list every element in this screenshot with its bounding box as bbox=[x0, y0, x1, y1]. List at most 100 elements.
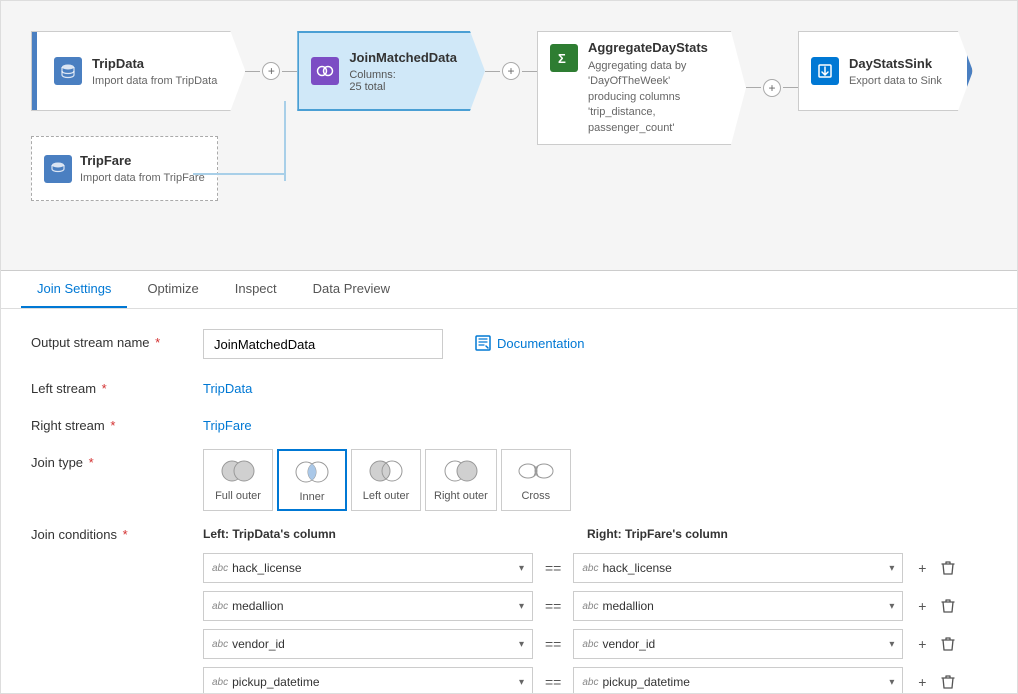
right-value-2: medallion bbox=[602, 599, 894, 613]
tab-optimize[interactable]: Optimize bbox=[131, 271, 214, 308]
node-text-sink: DayStatsSink Export data to Sink bbox=[849, 56, 942, 87]
add-condition-btn-4[interactable]: + bbox=[911, 671, 933, 693]
add-condition-btn-2[interactable]: + bbox=[911, 595, 933, 617]
line-2a bbox=[485, 71, 500, 72]
required-star-left: * bbox=[98, 381, 107, 396]
condition-row-3: abc vendor_id ▾ == abc vendor_id ▾ + bbox=[203, 629, 987, 659]
left-value-4: pickup_datetime bbox=[232, 675, 524, 689]
node-tripdata[interactable]: TripData Import data from TripData bbox=[31, 31, 245, 111]
node-daystatssink[interactable]: DayStatsSink Export data to Sink bbox=[798, 31, 973, 111]
node-title-tripfare: TripFare bbox=[80, 153, 205, 168]
node-inner-agg: Σ AggregateDayStats Aggregating data by … bbox=[550, 40, 718, 136]
equals-2: == bbox=[541, 598, 565, 614]
equals-4: == bbox=[541, 674, 565, 690]
add-btn-2[interactable]: + bbox=[502, 62, 520, 80]
line-1b bbox=[282, 71, 297, 72]
row-actions-3: + bbox=[911, 633, 959, 655]
add-condition-btn-3[interactable]: + bbox=[911, 633, 933, 655]
dropdown-arrow-4l: ▾ bbox=[519, 677, 524, 688]
required-star-join: * bbox=[85, 455, 94, 470]
left-dropdown-3[interactable]: abc vendor_id ▾ bbox=[203, 629, 533, 659]
connector-vertical bbox=[284, 101, 286, 181]
pipeline-canvas: TripData Import data from TripData + bbox=[1, 1, 1017, 271]
add-btn-1[interactable]: + bbox=[262, 62, 280, 80]
type-badge-2l: abc bbox=[212, 601, 228, 612]
add-condition-btn-1[interactable]: + bbox=[911, 557, 933, 579]
delete-condition-btn-3[interactable] bbox=[937, 633, 959, 655]
join-btn-label-full-outer: Full outer bbox=[215, 490, 261, 502]
add-btn-3[interactable]: + bbox=[763, 79, 781, 97]
required-star-right: * bbox=[107, 418, 116, 433]
right-outer-venn bbox=[439, 456, 483, 486]
trash-icon-1 bbox=[941, 560, 955, 576]
join-type-label: Join type * bbox=[31, 449, 191, 470]
pipeline-nodes: TripData Import data from TripData + bbox=[31, 31, 987, 145]
tab-inspect[interactable]: Inspect bbox=[219, 271, 293, 308]
delete-condition-btn-4[interactable] bbox=[937, 671, 959, 693]
join-type-row: Join type * Full outer bbox=[31, 449, 987, 511]
right-value-4: pickup_datetime bbox=[602, 675, 894, 689]
output-stream-input[interactable] bbox=[203, 329, 443, 359]
row-actions-2: + bbox=[911, 595, 959, 617]
inner-venn bbox=[290, 457, 334, 487]
line-3a bbox=[746, 87, 761, 88]
dropdown-arrow-1r: ▾ bbox=[889, 563, 894, 574]
node-subtitle-join: Columns:25 total bbox=[349, 69, 457, 93]
trash-icon-3 bbox=[941, 636, 955, 652]
node-inner-join: JoinMatchedData Columns:25 total bbox=[311, 50, 457, 93]
connector-3: + bbox=[746, 79, 798, 97]
join-btn-left-outer[interactable]: Left outer bbox=[351, 449, 421, 511]
right-value-3: vendor_id bbox=[602, 637, 894, 651]
tab-join-settings[interactable]: Join Settings bbox=[21, 271, 127, 308]
join-btn-full-outer[interactable]: Full outer bbox=[203, 449, 273, 511]
node-title-sink: DayStatsSink bbox=[849, 56, 942, 71]
condition-row-2: abc medallion ▾ == abc medallion ▾ + bbox=[203, 591, 987, 621]
dropdown-arrow-1l: ▾ bbox=[519, 563, 524, 574]
right-dropdown-3[interactable]: abc vendor_id ▾ bbox=[573, 629, 903, 659]
node-text-join: JoinMatchedData Columns:25 total bbox=[349, 50, 457, 93]
conditions-headers: Left: TripData's column Right: TripFare'… bbox=[203, 527, 987, 541]
join-btn-cross[interactable]: Cross bbox=[501, 449, 571, 511]
full-outer-venn bbox=[216, 456, 260, 486]
aggregate-icon: Σ bbox=[550, 44, 578, 72]
condition-row-1: abc hack_license ▾ == abc hack_license ▾… bbox=[203, 553, 987, 583]
node-tripfare[interactable]: TripFare Import data from TripFare bbox=[31, 136, 218, 201]
node-title-join: JoinMatchedData bbox=[349, 50, 457, 65]
condition-row-4: abc pickup_datetime ▾ == abc pickup_date… bbox=[203, 667, 987, 693]
delete-condition-btn-1[interactable] bbox=[937, 557, 959, 579]
left-dropdown-2[interactable]: abc medallion ▾ bbox=[203, 591, 533, 621]
tripfare-text: TripFare Import data from TripFare bbox=[80, 153, 205, 184]
right-dropdown-1[interactable]: abc hack_license ▾ bbox=[573, 553, 903, 583]
doc-icon bbox=[475, 335, 491, 351]
main-container: TripData Import data from TripData + bbox=[0, 0, 1018, 694]
connector-horizontal-fare bbox=[193, 173, 285, 175]
join-btn-inner[interactable]: Inner bbox=[277, 449, 347, 511]
left-stream-label: Left stream * bbox=[31, 375, 191, 396]
tab-data-preview[interactable]: Data Preview bbox=[297, 271, 406, 308]
documentation-link[interactable]: Documentation bbox=[475, 329, 584, 351]
right-dropdown-4[interactable]: abc pickup_datetime ▾ bbox=[573, 667, 903, 693]
type-badge-3l: abc bbox=[212, 639, 228, 650]
output-stream-label: Output stream name * bbox=[31, 329, 191, 350]
node-joinmatcheddata[interactable]: JoinMatchedData Columns:25 total bbox=[297, 31, 485, 111]
join-type-buttons: Full outer Inner bbox=[203, 449, 571, 511]
row-actions-1: + bbox=[911, 557, 959, 579]
node-subtitle-tripfare: Import data from TripFare bbox=[80, 172, 205, 184]
right-col-header: Right: TripFare's column bbox=[587, 527, 917, 541]
join-btn-label-left-outer: Left outer bbox=[363, 490, 409, 502]
delete-condition-btn-2[interactable] bbox=[937, 595, 959, 617]
left-dropdown-1[interactable]: abc hack_license ▾ bbox=[203, 553, 533, 583]
right-bar-sink bbox=[967, 32, 972, 110]
node-text-agg: AggregateDayStats Aggregating data by 'D… bbox=[588, 40, 718, 136]
join-btn-right-outer[interactable]: Right outer bbox=[425, 449, 497, 511]
right-dropdown-2[interactable]: abc medallion ▾ bbox=[573, 591, 903, 621]
join-btn-label-right-outer: Right outer bbox=[434, 490, 488, 502]
tabs-container: Join Settings Optimize Inspect Data Prev… bbox=[1, 271, 1017, 309]
equals-1: == bbox=[541, 560, 565, 576]
cross-venn bbox=[514, 456, 558, 486]
conditions-grid: Left: TripData's column Right: TripFare'… bbox=[203, 527, 987, 693]
node-aggregatedaystats[interactable]: Σ AggregateDayStats Aggregating data by … bbox=[537, 31, 746, 145]
node-inner: TripData Import data from TripData bbox=[54, 56, 217, 87]
node-text: TripData Import data from TripData bbox=[92, 56, 217, 87]
left-dropdown-4[interactable]: abc pickup_datetime ▾ bbox=[203, 667, 533, 693]
